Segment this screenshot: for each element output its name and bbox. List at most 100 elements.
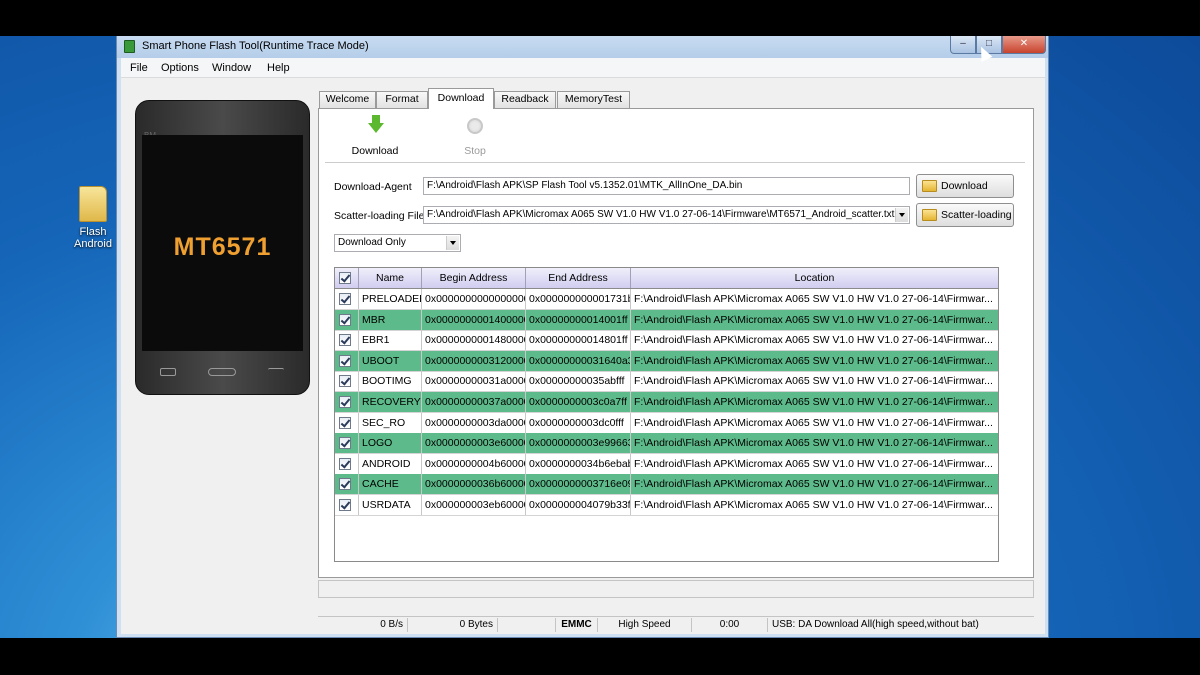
row-checkbox[interactable] (335, 330, 359, 351)
cell-begin: 0x0000000001480000 (422, 330, 526, 351)
folder-icon (922, 180, 937, 192)
window-title: Smart Phone Flash Tool(Runtime Trace Mod… (142, 40, 369, 52)
download-arrow-stem (372, 115, 380, 123)
download-agent-field[interactable]: F:\Android\Flash APK\SP Flash Tool v5.13… (423, 177, 910, 195)
cell-location: F:\Android\Flash APK\Micromax A065 SW V1… (634, 375, 993, 388)
toolbar: Download Stop (325, 115, 1025, 163)
cell-name: PRELOADER (359, 289, 422, 309)
tab-welcome[interactable]: Welcome (319, 91, 376, 108)
tab-download[interactable]: Download (428, 88, 494, 109)
tab-format[interactable]: Format (376, 91, 428, 108)
column-header-name[interactable]: Name (359, 268, 422, 288)
download-icon (368, 123, 384, 133)
status-bytes: 0 Bytes (408, 618, 498, 632)
stop-button-label: Stop (464, 145, 486, 157)
row-checkbox[interactable] (335, 289, 359, 309)
menu-file[interactable]: File (130, 62, 148, 74)
status-message: USB: DA Download All(high speed,without … (772, 619, 979, 630)
phone-screen: MT6571 (142, 135, 303, 351)
checkbox-icon (339, 396, 351, 408)
folder-icon (79, 186, 107, 222)
desktop-shortcut-label-line1: Flash (79, 226, 107, 238)
checkbox-icon (339, 499, 351, 511)
letterbox-top (0, 0, 1200, 36)
cell-name: LOGO (359, 433, 422, 454)
status-usb-speed: High Speed (598, 618, 692, 632)
minimize-button[interactable]: – (950, 36, 976, 54)
cell-begin: 0x0000000001400000 (422, 309, 526, 330)
desktop: Flash Android Smart Phone Flash Tool(Run… (0, 36, 1200, 638)
cell-name: ANDROID (359, 453, 422, 474)
row-checkbox[interactable] (335, 453, 359, 474)
row-checkbox[interactable] (335, 433, 359, 454)
cell-end: 0x000000004079b33f (526, 495, 631, 515)
table-row[interactable]: MBR 0x0000000001400000 0x00000000014001ff F… (335, 309, 998, 331)
checkbox-icon (339, 437, 351, 450)
cell-location: F:\Android\Flash APK\Micromax A065 SW V1… (634, 499, 993, 511)
cell-location: F:\Android\Flash APK\Micromax A065 SW V1… (634, 457, 993, 470)
cell-end: 0x0000000003c0a7ff (526, 392, 631, 412)
checkbox-icon (339, 375, 351, 388)
table-row[interactable]: BOOTIMG 0x00000000031a0000 0x00000000035ab… (335, 371, 998, 393)
scatter-file-combo[interactable]: F:\Android\Flash APK\Micromax A065 SW V1… (423, 206, 910, 224)
cell-location: F:\Android\Flash APK\Micromax A065 SW V1… (634, 293, 993, 305)
close-button[interactable]: ✕ (1002, 36, 1046, 54)
download-agent-button[interactable]: Download Agent (916, 174, 1014, 214)
letterbox-bottom (0, 638, 1200, 675)
checkbox-icon (339, 354, 351, 367)
column-header-begin[interactable]: Begin Address (422, 268, 526, 288)
row-checkbox[interactable] (335, 350, 359, 371)
row-checkbox[interactable] (335, 371, 359, 392)
cell-name: RECOVERY (359, 392, 422, 412)
column-header-end[interactable]: End Address (526, 268, 631, 288)
row-checkbox[interactable] (335, 412, 359, 433)
select-all-checkbox[interactable] (335, 268, 359, 288)
folder-icon (922, 209, 937, 221)
status-spacer (498, 618, 556, 632)
row-checkbox[interactable] (335, 474, 359, 495)
cell-end: 0x0000000003716e093 (526, 474, 631, 495)
menu-window[interactable]: Window (212, 62, 251, 74)
cell-name: UBOOT (359, 350, 422, 371)
cell-end: 0x0000000003dc0fff (526, 412, 631, 433)
table-row[interactable]: LOGO 0x0000000003e60000 0x0000000003e99663… (335, 433, 998, 455)
table-row[interactable]: RECOVERY 0x00000000037a0000 0x0000000003c0… (335, 392, 998, 413)
checkbox-icon (339, 334, 351, 347)
checkbox-icon (339, 457, 351, 470)
cell-location: F:\Android\Flash APK\Micromax A065 SW V1… (634, 334, 993, 347)
cell-end: 0x00000000014001ff (526, 309, 631, 330)
checkbox-icon (339, 293, 351, 305)
column-header-location[interactable]: Location (631, 268, 998, 288)
chevron-down-icon (895, 208, 908, 222)
menu-options[interactable]: Options (161, 62, 199, 74)
close-icon: ✕ (1019, 38, 1029, 49)
cell-begin: 0x000000003eb60000 (422, 495, 526, 515)
cell-begin: 0x00000000037a0000 (422, 392, 526, 412)
checkbox-icon (339, 478, 351, 491)
row-checkbox[interactable] (335, 309, 359, 330)
cell-end: 0x00000000031640a3 (526, 350, 631, 371)
title-bar[interactable]: Smart Phone Flash Tool(Runtime Trace Mod… (117, 36, 1048, 58)
table-row[interactable]: PRELOADER 0x0000000000000000 0x00000000000… (335, 289, 998, 310)
desktop-shortcut-label-line2: Android (74, 238, 112, 250)
cell-name: EBR1 (359, 330, 422, 351)
row-checkbox[interactable] (335, 392, 359, 412)
back-key-icon (268, 368, 284, 374)
partition-table: Name Begin Address End Address Location … (334, 267, 999, 562)
row-checkbox[interactable] (335, 495, 359, 515)
tab-readback[interactable]: Readback (494, 91, 556, 108)
table-row[interactable]: CACHE 0x0000000036b60000 0x0000000003716e0… (335, 474, 998, 496)
download-mode-select[interactable]: Download Only (334, 234, 461, 252)
desktop-shortcut-flash-android[interactable]: Flash Android (68, 186, 118, 250)
cell-end: 0x000000000001731b (526, 289, 631, 309)
cell-location: F:\Android\Flash APK\Micromax A065 SW V1… (634, 416, 993, 429)
menu-help[interactable]: Help (267, 62, 290, 74)
stop-icon (467, 118, 483, 134)
tab-memorytest[interactable]: MemoryTest (557, 91, 630, 108)
scatter-loading-button[interactable]: Scatter-loading (916, 203, 1014, 227)
table-row[interactable]: UBOOT 0x0000000003120000 0x00000000031640a… (335, 350, 998, 372)
table-row[interactable]: EBR1 0x0000000001480000 0x00000000014801ff… (335, 330, 998, 352)
table-row[interactable]: SEC_RO 0x0000000003da0000 0x0000000003dc0f… (335, 412, 998, 434)
table-row[interactable]: ANDROID 0x0000000004b60000 0x0000000034b6e… (335, 453, 998, 475)
table-row[interactable]: USRDATA 0x000000003eb60000 0x000000004079b… (335, 495, 998, 516)
